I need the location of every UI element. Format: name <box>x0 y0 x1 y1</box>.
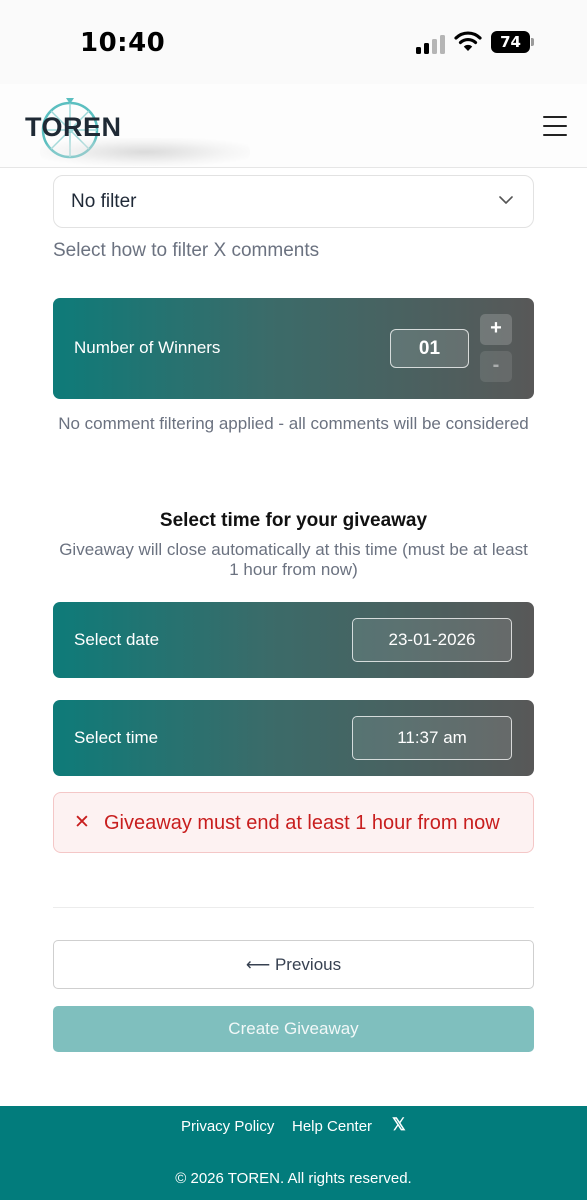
status-time: 10:40 <box>80 28 166 58</box>
status-bar: 10:40 74 <box>0 0 587 84</box>
help-center-link[interactable]: Help Center <box>292 1118 372 1135</box>
time-input[interactable]: 11:37 am <box>352 716 512 760</box>
schedule-subtitle: Giveaway will close automatically at thi… <box>59 540 528 579</box>
schedule-title: Select time for your giveaway <box>159 510 428 531</box>
hamburger-menu-icon[interactable] <box>543 116 567 136</box>
winners-label: Number of Winners <box>74 338 221 357</box>
decrement-winners-button[interactable]: - <box>480 351 512 382</box>
divider <box>53 907 534 908</box>
chevron-down-icon <box>499 196 513 204</box>
date-card: Select date 23-01-2026 <box>53 602 534 678</box>
blurred-region <box>40 138 250 166</box>
x-social-icon[interactable]: 𝕏 <box>392 1115 406 1135</box>
filter-selected-value: No filter <box>71 191 137 212</box>
increment-winners-button[interactable]: + <box>480 314 512 345</box>
filter-helper-text: Select how to filter X comments <box>53 240 320 261</box>
error-x-icon: ✕ <box>74 812 90 833</box>
time-card: Select time 11:37 am <box>53 700 534 776</box>
create-giveaway-button[interactable]: Create Giveaway <box>53 1006 534 1052</box>
comment-filter-select[interactable]: No filter <box>53 175 534 228</box>
date-label: Select date <box>74 630 160 649</box>
battery-icon: 74 <box>491 31 535 53</box>
date-input[interactable]: 23-01-2026 <box>352 618 512 662</box>
error-message: Giveaway must end at least 1 hour from n… <box>104 812 500 834</box>
previous-button[interactable]: ⟵ Previous <box>53 940 534 989</box>
winners-count-input[interactable]: 01 <box>390 329 469 368</box>
winners-card: Number of Winners 01 + - <box>53 298 534 399</box>
footer: Privacy Policy Help Center 𝕏 © 2026 TORE… <box>0 1106 587 1200</box>
cellular-signal-icon <box>416 34 446 54</box>
time-label: Select time <box>74 728 159 747</box>
copyright-text: © 2026 TOREN. All rights reserved. <box>175 1170 412 1187</box>
wifi-icon <box>454 30 482 52</box>
filter-note: No comment filtering applied - all comme… <box>58 414 529 433</box>
privacy-policy-link[interactable]: Privacy Policy <box>181 1118 274 1135</box>
error-alert: ✕ Giveaway must end at least 1 hour from… <box>53 792 534 853</box>
battery-level: 74 <box>500 33 521 51</box>
